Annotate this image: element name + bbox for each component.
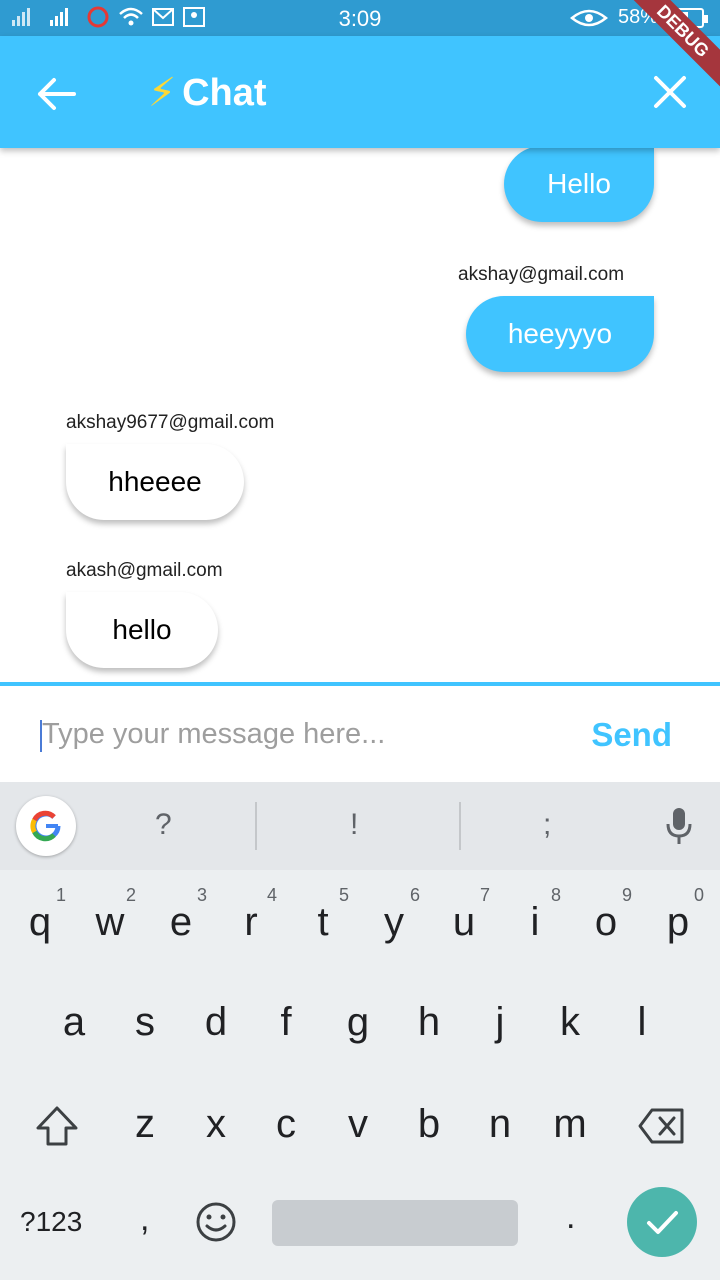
key-hint: 4 <box>266 885 277 905</box>
suggestion[interactable]: ? <box>155 808 172 842</box>
key-hint: 6 <box>409 885 420 905</box>
app-bar: ⚡ Chat <box>0 36 720 148</box>
page-title: ⚡ Chat <box>148 70 267 116</box>
shift-icon[interactable] <box>34 1104 80 1150</box>
microphone-icon[interactable] <box>664 806 694 846</box>
key-x[interactable]: x <box>186 1084 246 1164</box>
key-y[interactable]: y6 <box>364 882 424 962</box>
send-button[interactable]: Send <box>591 716 672 754</box>
enter-key[interactable] <box>627 1187 697 1257</box>
comma-key[interactable]: , <box>140 1200 149 1239</box>
message-bubble: Hello <box>504 148 654 222</box>
key-z[interactable]: z <box>115 1084 175 1164</box>
key-w[interactable]: w2 <box>80 882 140 962</box>
message-sender: akshay@gmail.com <box>458 264 625 285</box>
key-u[interactable]: u7 <box>434 882 494 962</box>
key-label: e <box>169 900 193 944</box>
key-label: o <box>594 900 618 944</box>
key-i[interactable]: i8 <box>505 882 565 962</box>
key-p[interactable]: p0 <box>648 882 708 962</box>
symbols-key[interactable]: ?123 <box>20 1206 82 1238</box>
suggestion-bar: ? ! ; <box>0 782 720 870</box>
keyboard: ? ! ; q1 w2 e3 r4 t5 y6 u7 i8 o9 p0 a s … <box>0 782 720 1280</box>
key-m[interactable]: m <box>540 1084 600 1164</box>
key-hint: 0 <box>693 885 704 905</box>
key-hint: 7 <box>479 885 490 905</box>
key-t[interactable]: t5 <box>293 882 353 962</box>
key-b[interactable]: b <box>399 1084 459 1164</box>
key-q[interactable]: q1 <box>10 882 70 962</box>
key-v[interactable]: v <box>328 1084 388 1164</box>
suggestion[interactable]: ; <box>543 808 551 842</box>
key-hint: 1 <box>55 885 66 905</box>
back-arrow-icon[interactable] <box>34 72 78 116</box>
space-key[interactable] <box>272 1200 518 1246</box>
key-label: p <box>666 900 690 944</box>
divider <box>459 802 461 850</box>
period-key[interactable]: . <box>566 1198 575 1237</box>
key-label: t <box>317 900 329 944</box>
lightning-icon: ⚡ <box>148 71 177 115</box>
message-composer: Type your message here... Send <box>0 682 720 782</box>
key-label: u <box>452 900 476 944</box>
message-list[interactable]: Hello akshay@gmail.com heeyyyo akshay967… <box>0 148 720 682</box>
status-bar: 3:09 58% <box>0 0 720 36</box>
key-label: q <box>28 900 52 944</box>
checkmark-icon <box>647 1211 678 1234</box>
key-label: r <box>244 900 258 944</box>
key-label: i <box>530 900 540 944</box>
divider <box>255 802 257 850</box>
key-o[interactable]: o9 <box>576 882 636 962</box>
key-label: w <box>95 900 125 944</box>
key-k[interactable]: k <box>540 982 600 1062</box>
key-d[interactable]: d <box>186 982 246 1062</box>
backspace-icon[interactable] <box>638 1106 686 1146</box>
message-bubble: hello <box>66 592 218 668</box>
key-hint: 5 <box>338 885 349 905</box>
eye-icon <box>570 9 608 26</box>
key-hint: 9 <box>621 885 632 905</box>
key-label: y <box>384 900 404 944</box>
message-bubble: heeyyyo <box>466 296 654 372</box>
message-sender: akash@gmail.com <box>66 560 223 581</box>
key-a[interactable]: a <box>44 982 104 1062</box>
close-icon[interactable] <box>650 72 690 112</box>
message-bubble: hheeee <box>66 444 244 520</box>
page-title-text: Chat <box>182 71 267 114</box>
key-j[interactable]: j <box>470 982 530 1062</box>
key-c[interactable]: c <box>256 1084 316 1164</box>
key-e[interactable]: e3 <box>151 882 211 962</box>
key-hint: 8 <box>550 885 561 905</box>
google-icon[interactable] <box>16 796 76 856</box>
key-s[interactable]: s <box>115 982 175 1062</box>
key-hint: 2 <box>125 885 136 905</box>
message-input[interactable]: Type your message here... <box>42 718 385 751</box>
key-g[interactable]: g <box>328 982 388 1062</box>
key-h[interactable]: h <box>399 982 459 1062</box>
message-sender: akshay9677@gmail.com <box>66 412 275 433</box>
key-f[interactable]: f <box>256 982 316 1062</box>
key-r[interactable]: r4 <box>221 882 281 962</box>
key-l[interactable]: l <box>612 982 672 1062</box>
key-n[interactable]: n <box>470 1084 530 1164</box>
emoji-icon[interactable] <box>194 1200 238 1244</box>
suggestion[interactable]: ! <box>350 808 358 842</box>
key-hint: 3 <box>196 885 207 905</box>
